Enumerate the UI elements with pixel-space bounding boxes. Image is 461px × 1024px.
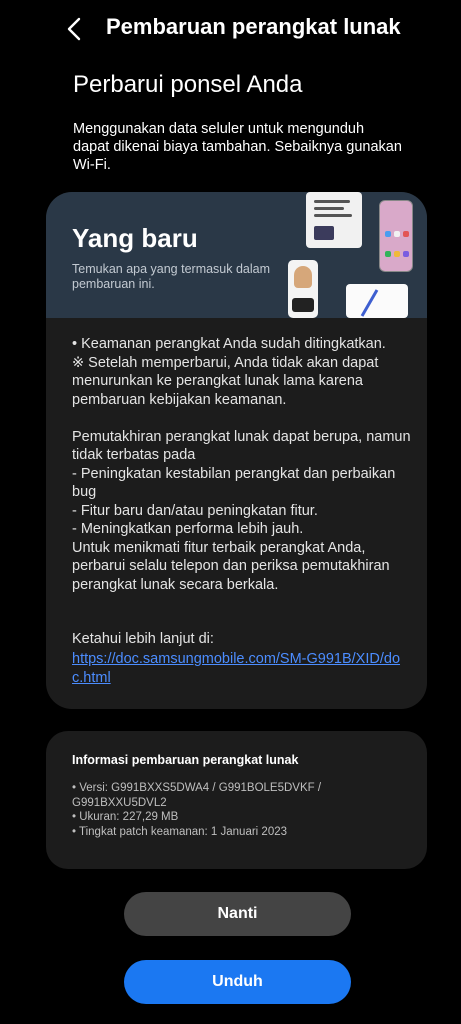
- learn-more-link[interactable]: https://doc.samsungmobile.com/SM-G991B/X…: [72, 650, 402, 688]
- learn-more-label: Ketahui lebih lanjut di:: [72, 631, 214, 647]
- whats-new-card: Yang baru Temukan apa yang termasuk dala…: [46, 192, 427, 709]
- foldable-phone-image: [288, 260, 318, 318]
- update-info-card: Informasi pembaruan perangkat lunak • Ve…: [46, 731, 427, 869]
- banner-subtitle: Temukan apa yang termasuk dalam pembarua…: [72, 262, 271, 291]
- later-button[interactable]: Nanti: [124, 892, 351, 936]
- size-text: • Ukuran: 227,29 MB: [72, 811, 179, 823]
- header-title: Pembaruan perangkat lunak: [106, 14, 401, 39]
- update-info-title: Informasi pembaruan perangkat lunak: [72, 753, 299, 767]
- back-arrow-icon[interactable]: [62, 12, 92, 46]
- phone-mockup-image: [379, 200, 413, 272]
- download-button[interactable]: Unduh: [124, 960, 351, 1004]
- whats-new-description: • Keamanan perangkat Anda sudah ditingka…: [72, 336, 411, 593]
- page-title: Perbarui ponsel Anda: [73, 71, 303, 98]
- app-bar: Pembaruan perangkat lunak: [0, 0, 461, 58]
- tablet-mockup-image: [306, 192, 362, 248]
- update-info-list: • Versi: G991BXXS5DWA4 / G991BOLE5DVKF /…: [72, 781, 402, 839]
- data-usage-notice: Menggunakan data seluler untuk mengunduh…: [73, 121, 402, 173]
- tablet-spen-image: [346, 284, 408, 318]
- banner-title: Yang baru: [72, 223, 198, 253]
- security-patch-text: • Tingkat patch keamanan: 1 Januari 2023: [72, 825, 288, 838]
- whats-new-banner: Yang baru Temukan apa yang termasuk dala…: [46, 192, 427, 318]
- version-text: • Versi: G991BXXS5DWA4 / G991BOLE5DVKF /…: [72, 782, 322, 809]
